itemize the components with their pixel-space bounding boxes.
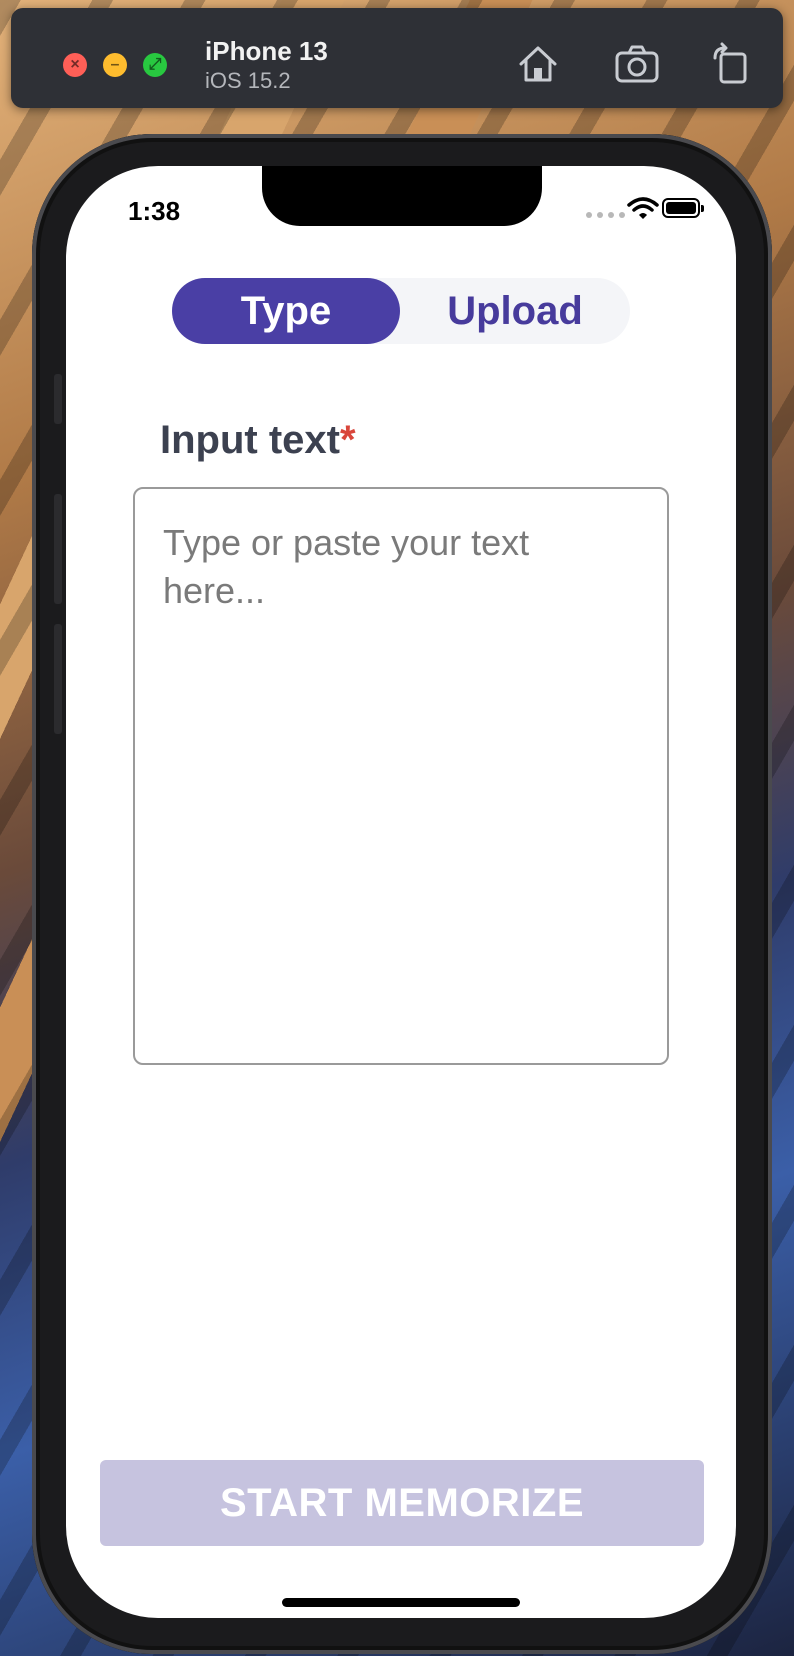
mute-switch xyxy=(54,374,62,424)
required-marker: * xyxy=(339,418,356,462)
home-icon xyxy=(519,46,557,82)
status-time: 1:38 xyxy=(128,196,181,226)
screenshot-button[interactable] xyxy=(614,42,660,86)
home-button[interactable] xyxy=(515,42,561,86)
wifi-icon xyxy=(627,197,659,219)
os-version: iOS 15.2 xyxy=(205,68,291,93)
fullscreen-button[interactable]: ⤢ xyxy=(143,53,167,77)
minimize-icon: – xyxy=(110,56,120,73)
rotate-icon xyxy=(713,42,747,84)
tab-type[interactable]: Type xyxy=(172,278,400,344)
close-icon: × xyxy=(70,56,80,73)
input-text-label: Input text* xyxy=(160,418,356,463)
simulator-title-bar: × – ⤢ iPhone 13 iOS 15.2 xyxy=(11,8,783,108)
battery-icon xyxy=(662,198,704,218)
rotate-button[interactable] xyxy=(707,42,753,86)
device-name: iPhone 13 xyxy=(205,36,328,66)
home-indicator[interactable] xyxy=(282,1598,520,1607)
app-screen: 1:38 Type Upload Input text* START MEMOR… xyxy=(66,166,736,1618)
start-memorize-button[interactable]: START MEMORIZE xyxy=(100,1460,704,1546)
minimize-button[interactable]: – xyxy=(103,53,127,77)
input-text-label-text: Input text xyxy=(160,418,340,462)
input-text-field[interactable] xyxy=(133,487,669,1065)
close-button[interactable]: × xyxy=(63,53,87,77)
fullscreen-icon: ⤢ xyxy=(148,56,162,73)
notch xyxy=(262,166,542,226)
volume-down-button xyxy=(54,624,62,734)
volume-up-button xyxy=(54,494,62,604)
cellular-icon xyxy=(586,212,625,218)
mode-toggle: Type Upload xyxy=(172,278,630,344)
screenshot-icon xyxy=(615,45,659,83)
tab-upload[interactable]: Upload xyxy=(400,278,630,344)
